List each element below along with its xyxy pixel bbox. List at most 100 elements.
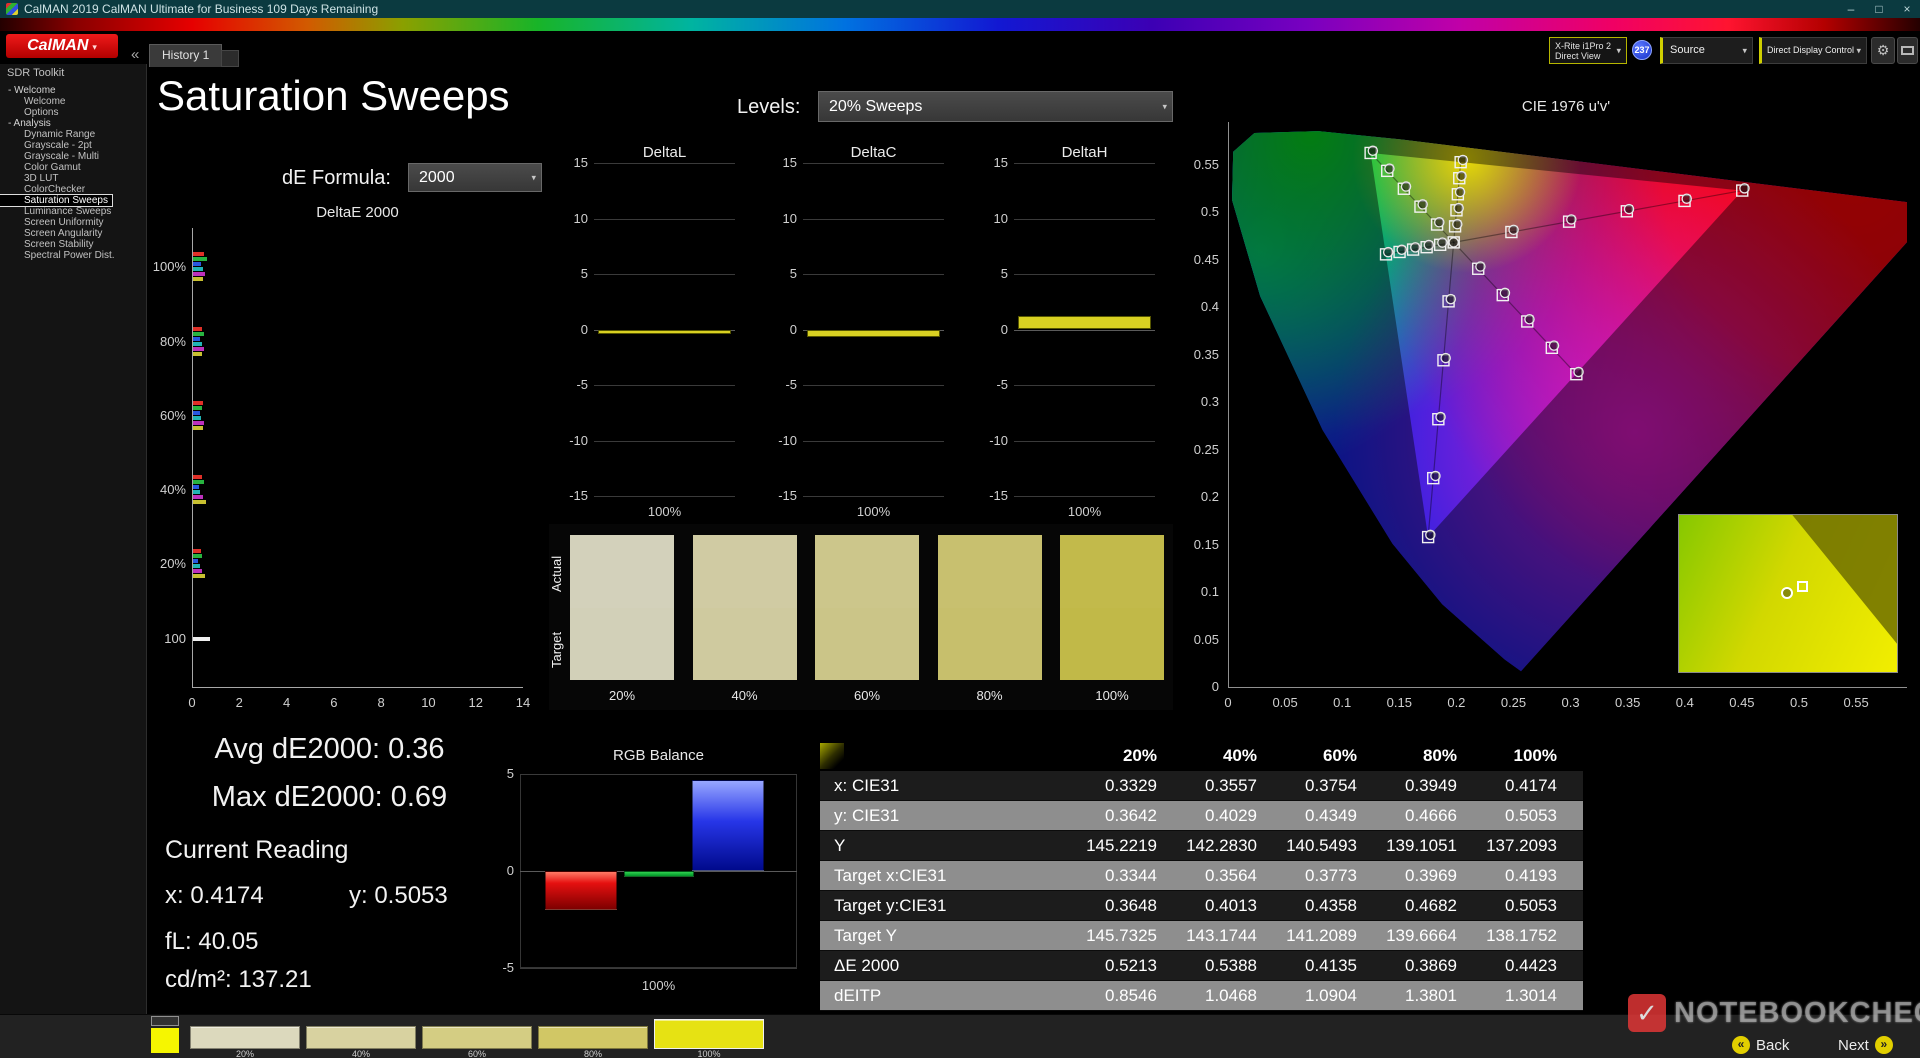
sidebar-item-screen-angularity[interactable]: Screen Angularity (0, 228, 147, 239)
sidebar-item-analysis[interactable]: - Analysis (0, 118, 147, 129)
display-control-selector[interactable]: Direct Display Control ▾ (1759, 37, 1867, 64)
table-cell: 1.0468 (1183, 981, 1283, 1011)
rgb-grid (520, 968, 797, 969)
deltae-bar-green (193, 554, 202, 558)
display-button[interactable] (1897, 37, 1918, 64)
meter-selector[interactable]: X-Rite i1Pro 2 Direct View ▾ (1549, 37, 1627, 64)
table-row: Target x:CIE310.33440.35640.37730.39690.… (820, 861, 1583, 891)
table-cell: 0.4666 (1383, 801, 1483, 831)
sidebar-item-grayscale-2pt[interactable]: Grayscale - 2pt (0, 140, 147, 151)
levels-dropdown[interactable]: 20% Sweeps ▾ (818, 91, 1173, 122)
cie-measurement-marker-yellow (1453, 220, 1462, 229)
tab-stub[interactable] (221, 50, 239, 67)
deltae-bar-cyan (193, 490, 200, 494)
sidebar-item-spectral-power-dist[interactable]: Spectral Power Dist. (0, 250, 147, 261)
deltac-grid (803, 441, 944, 442)
meter-label-line1: X-Rite i1Pro 2 (1555, 41, 1611, 51)
table-cell: 0.4358 (1283, 891, 1383, 921)
deltac-bar (807, 330, 940, 338)
deltac-title: DeltaC (783, 144, 964, 161)
sidebar-item-luminance-sweeps[interactable]: Luminance Sweeps (0, 206, 147, 217)
table-cell: 137.2093 (1483, 831, 1583, 861)
deltal-grid (594, 441, 735, 442)
sidebar-item-welcome[interactable]: - Welcome (0, 85, 147, 96)
table-cell: 0.4135 (1283, 951, 1383, 981)
deltae-ytick: 100 (144, 631, 186, 646)
deltae-bar-magenta (193, 421, 204, 425)
patch-80%[interactable] (538, 1026, 648, 1049)
patch-60%[interactable] (422, 1026, 532, 1049)
sidebar-item-3d-lut[interactable]: 3D LUT (0, 173, 147, 184)
table-row-label: y: CIE31 (820, 801, 1083, 831)
sidebar-item-options[interactable]: Options (0, 107, 147, 118)
deltae-chart-title: DeltaE 2000 (192, 204, 523, 221)
app-icon (6, 3, 18, 15)
table-cell: 0.3564 (1183, 861, 1283, 891)
cie-ytick: 0.25 (1173, 442, 1219, 457)
sidebar-item-grayscale-multi[interactable]: Grayscale - Multi (0, 151, 147, 162)
cie-measurement-marker-blue (1446, 295, 1455, 304)
deltac-grid (803, 385, 944, 386)
sidebar-item-saturation-sweeps[interactable]: Saturation Sweeps (0, 195, 112, 206)
deltac-grid (803, 219, 944, 220)
swatch-target-80% (938, 608, 1042, 680)
table-row-label: dEITP (820, 981, 1083, 1011)
deltae-bar-green (193, 332, 204, 336)
patch-window-button[interactable] (151, 1016, 179, 1026)
target-label: Target (549, 614, 565, 686)
close-button[interactable]: × (1894, 0, 1920, 18)
app-window: CalMAN 2019 CalMAN Ultimate for Business… (0, 0, 1920, 1058)
deltae-bar-white (193, 637, 210, 641)
swatch-label: 40% (693, 688, 797, 703)
sidebar-item-color-gamut[interactable]: Color Gamut (0, 162, 147, 173)
patch-20%[interactable] (190, 1026, 300, 1049)
deltae-bar-red (193, 401, 203, 405)
formula-dropdown[interactable]: 2000 ▾ (408, 163, 542, 192)
table-cell: 139.1051 (1383, 831, 1483, 861)
history-tab[interactable]: History 1 (149, 44, 222, 67)
rgb-ytick: -5 (476, 960, 514, 975)
settings-button[interactable]: ⚙ (1871, 37, 1895, 64)
table-cell: 0.3969 (1383, 861, 1483, 891)
cie-ytick: 0.55 (1173, 157, 1219, 172)
gear-icon: ⚙ (1877, 42, 1890, 58)
sidebar-item-colorchecker[interactable]: ColorChecker (0, 184, 147, 195)
sidebar-item-screen-stability[interactable]: Screen Stability (0, 239, 147, 250)
deltae-xtick: 10 (414, 695, 442, 710)
patch-40%[interactable] (306, 1026, 416, 1049)
minimize-button[interactable]: – (1838, 0, 1864, 18)
table-header-row: 20%40%60%80%100% (820, 741, 1583, 771)
inset-measurement-marker (1781, 587, 1793, 599)
patch-label: 100% (654, 1049, 764, 1058)
cie-ytick: 0.45 (1173, 252, 1219, 267)
sidebar-item-dynamic-range[interactable]: Dynamic Range (0, 129, 147, 140)
deltah-bar (1018, 316, 1151, 329)
patch-100%[interactable] (654, 1019, 764, 1049)
sidebar-collapse-button[interactable]: « (131, 46, 139, 63)
source-label: Source (1663, 44, 1705, 56)
next-button[interactable]: Next » (1838, 1036, 1893, 1054)
calman-logo-button[interactable]: CalMAN▾ (6, 34, 118, 58)
swatch-target-100% (1060, 608, 1164, 680)
sidebar-item-welcome[interactable]: Welcome (0, 96, 147, 107)
source-selector[interactable]: Source ▾ (1660, 37, 1753, 64)
deltae-bar-blue (193, 337, 200, 341)
deltal-grid (594, 496, 735, 497)
chevron-down-icon: ▾ (531, 164, 536, 191)
deltah-grid (1014, 385, 1155, 386)
patch-label: 80% (538, 1049, 648, 1058)
chevron-down-icon: ▾ (1162, 92, 1167, 121)
sidebar-item-screen-uniformity[interactable]: Screen Uniformity (0, 217, 147, 228)
back-label: Back (1756, 1037, 1789, 1054)
rgb-ytick: 0 (476, 863, 514, 878)
maximize-button[interactable]: □ (1866, 0, 1892, 18)
cie-x-axis (1228, 687, 1907, 688)
deltal-grid (594, 385, 735, 386)
back-button[interactable]: « Back (1732, 1036, 1789, 1054)
cie-ytick: 0.2 (1173, 489, 1219, 504)
rgb-chart-title: RGB Balance (520, 747, 797, 764)
table-cell: 0.3642 (1083, 801, 1183, 831)
current-cdm2: cd/m²: 137.21 (165, 966, 312, 994)
deltac-grid (803, 496, 944, 497)
deltae-bar-yellow (193, 500, 206, 504)
